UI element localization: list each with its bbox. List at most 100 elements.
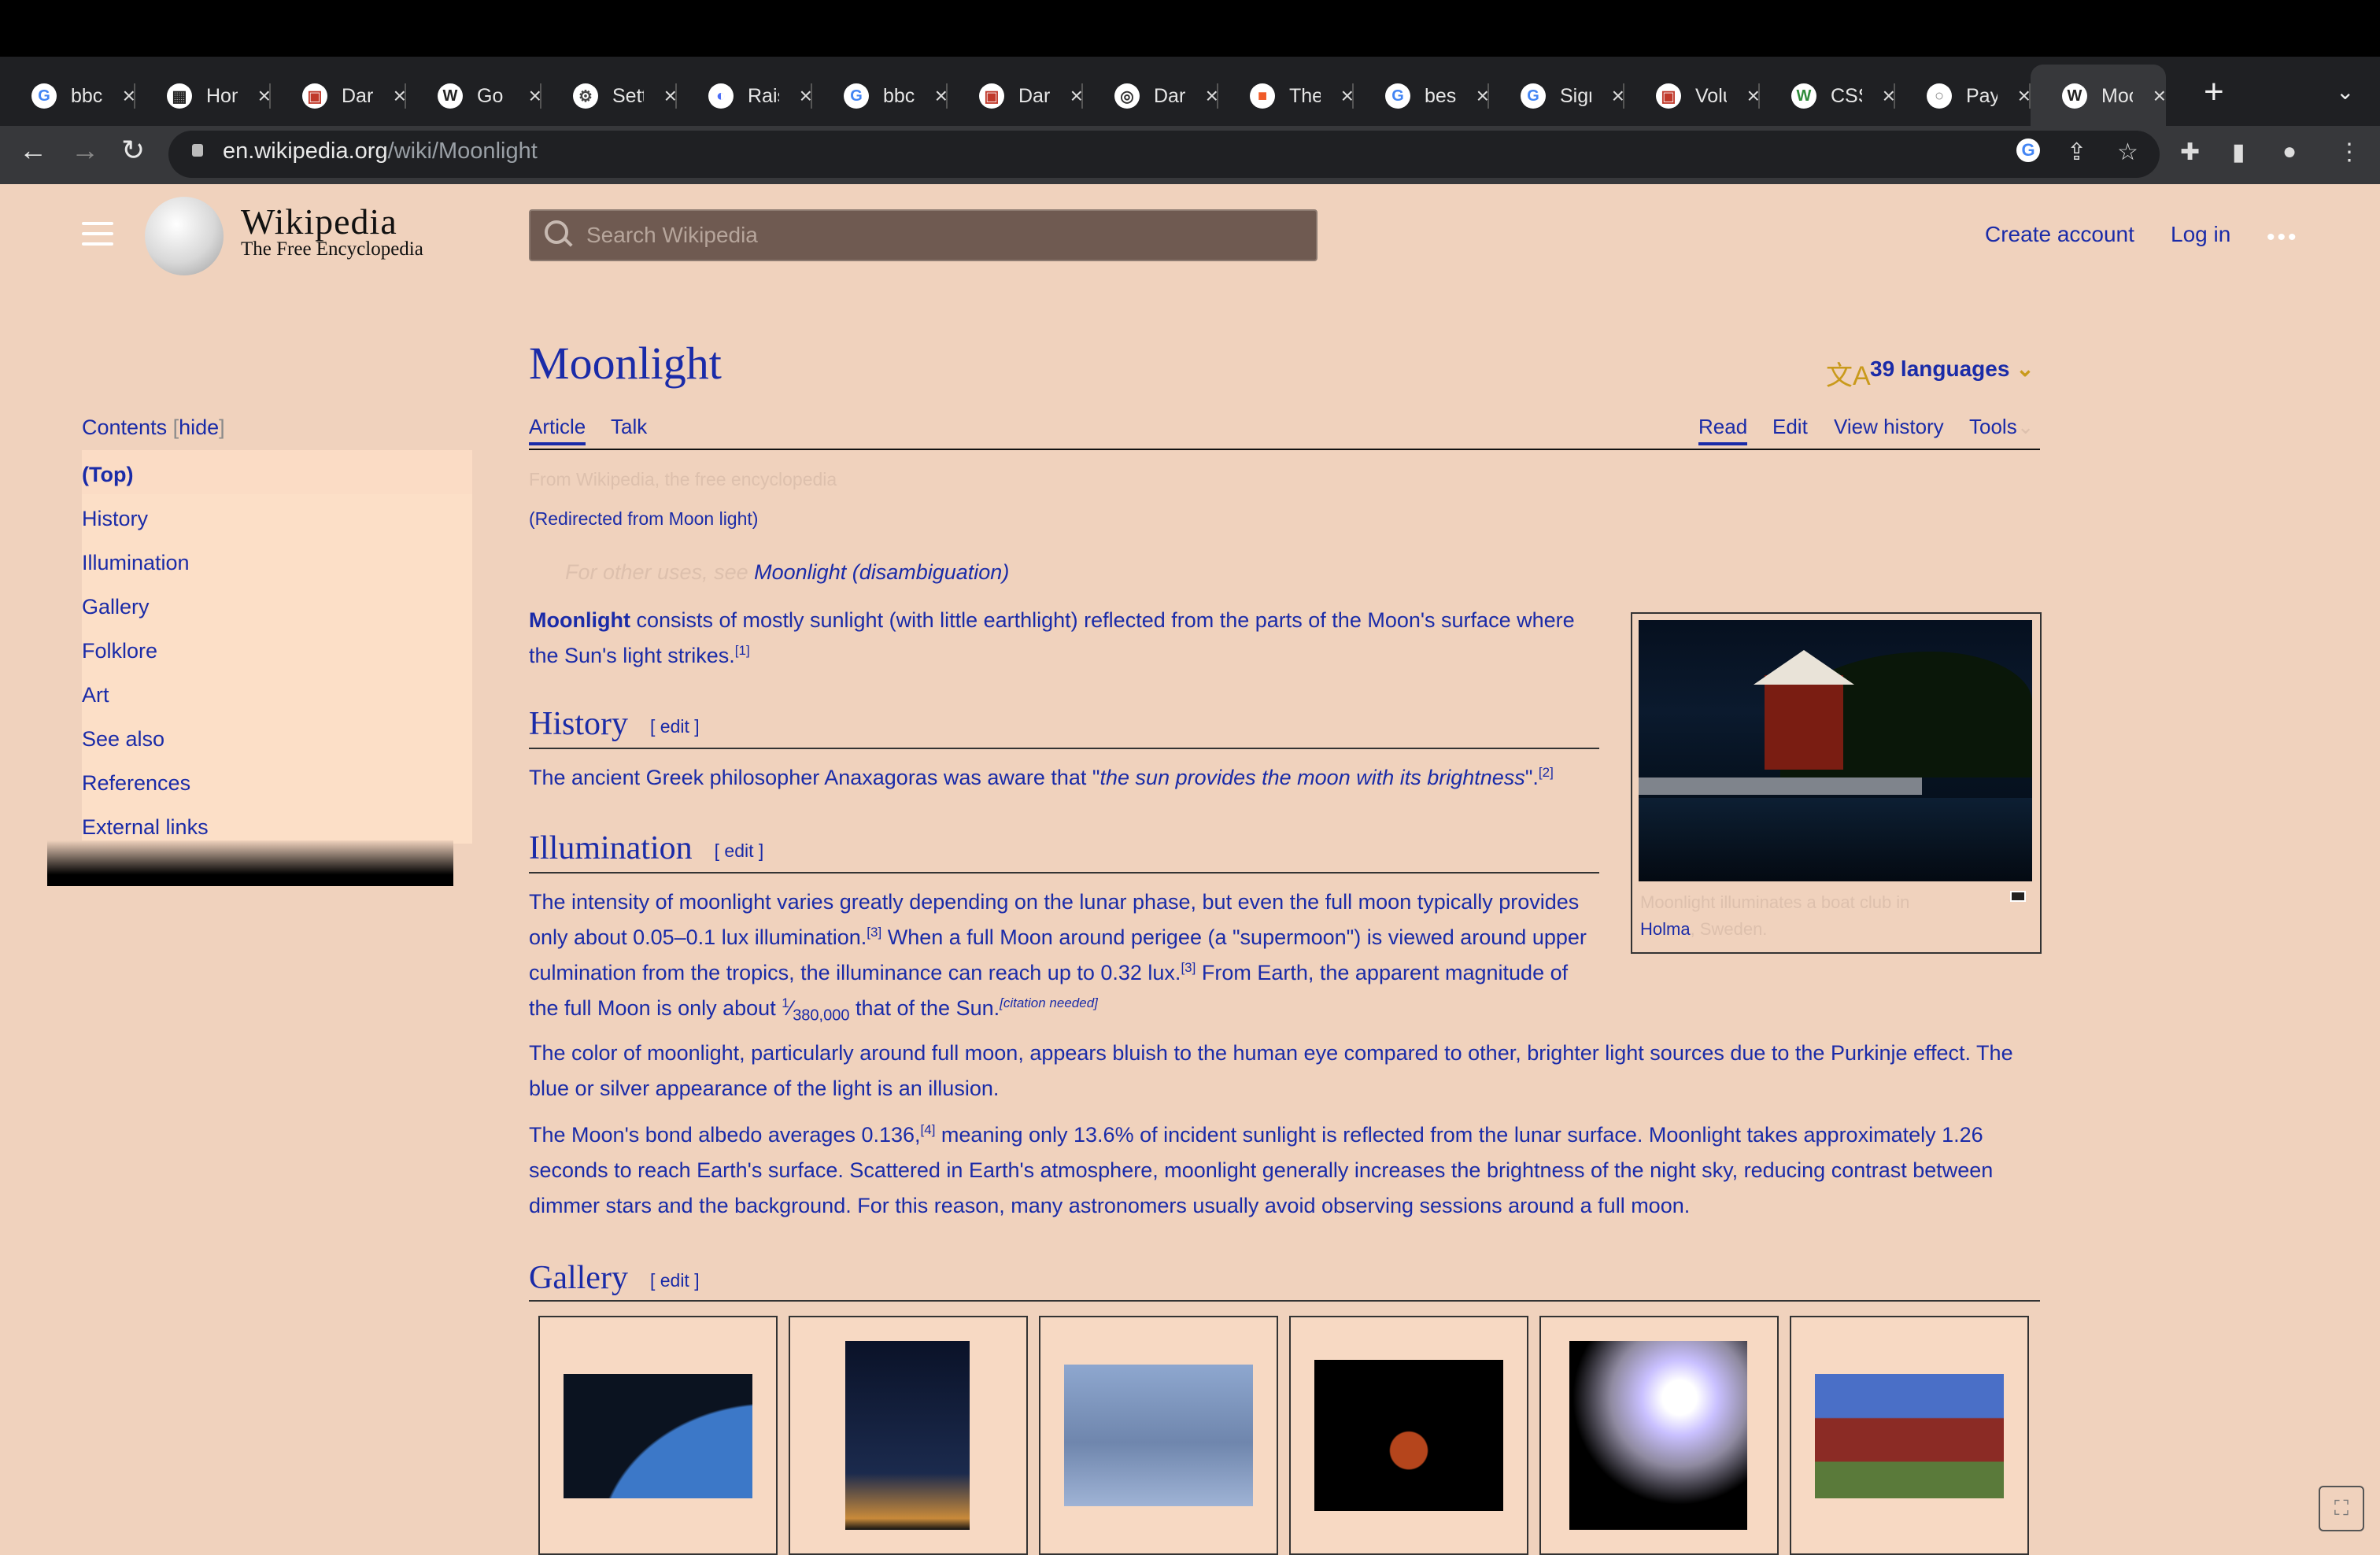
browser-tab[interactable]: ◎Darl× (1083, 65, 1218, 127)
toc-fade (47, 840, 453, 886)
new-tab-icon[interactable]: + (2204, 72, 2224, 112)
browser-tab[interactable]: ○ Pay × (1895, 65, 2031, 127)
bookmark-star-icon[interactable]: ☆ (2117, 139, 2138, 166)
toc-item[interactable]: Gallery (82, 595, 150, 619)
toc-item[interactable]: Folklore (82, 639, 157, 663)
toc-item[interactable]: Illumination (82, 551, 190, 575)
toc-item[interactable]: History (82, 507, 148, 531)
enlarge-icon[interactable] (2010, 891, 2026, 902)
holma-link[interactable]: Holma (1640, 919, 1691, 939)
tab-title: Pay (1966, 84, 1998, 107)
wikipedia-tagline: The Free Encyclopedia (241, 238, 423, 260)
side-panel-icon[interactable]: ▮ (2232, 139, 2245, 166)
browser-tab[interactable]: W Moo × (2031, 65, 2166, 127)
gallery-image-lunar-eclipse[interactable] (1314, 1360, 1503, 1511)
tab-favicon-icon: ▣ (302, 83, 327, 109)
window-top-bar (0, 0, 2380, 57)
lock-icon[interactable] (192, 144, 203, 157)
language-icon[interactable]: 文A (1826, 354, 1871, 393)
browser-tab[interactable]: ▣Darl× (948, 65, 1083, 127)
close-tab-icon[interactable]: × (2153, 83, 2166, 109)
gallery-edit-link[interactable]: [ edit ] (650, 1270, 700, 1291)
forward-icon[interactable]: → (71, 134, 99, 167)
search-placeholder: Search Wikipedia (586, 223, 758, 247)
toc-item[interactable]: References (82, 771, 190, 796)
tab-favicon-icon: ◐ (708, 83, 734, 109)
gallery-image-earth[interactable] (564, 1374, 752, 1498)
browser-tab[interactable]: WCSS× (1760, 65, 1895, 127)
browser-tab[interactable]: WGo (× (406, 65, 541, 127)
profile-icon[interactable]: ● (2282, 139, 2297, 165)
redirect-note: (Redirected from Moon light) (529, 508, 759, 529)
browser-tab[interactable]: Gbbc × (812, 65, 948, 127)
tab-talk[interactable]: Talk (611, 415, 647, 439)
tab-favicon-icon: ■ (1250, 83, 1275, 109)
create-account-link[interactable]: Create account (1985, 222, 2134, 247)
browser-tab[interactable]: ▣Volu× (1624, 65, 1760, 127)
tab-tools[interactable]: Tools⌄ (1969, 415, 2034, 439)
wikipedia-wordmark[interactable]: Wikipedia (241, 201, 397, 242)
tab-title: bbc (71, 84, 102, 107)
log-in-link[interactable]: Log in (2171, 222, 2230, 247)
gallery-image-observatory[interactable] (845, 1341, 970, 1530)
tab-read[interactable]: Read (1698, 415, 1748, 445)
citation-needed[interactable]: [citation needed] (1000, 995, 1098, 1010)
reference-2[interactable]: [2] (1539, 765, 1554, 780)
tab-title: Volu (1695, 84, 1727, 107)
boat-club-image[interactable] (1639, 620, 2032, 881)
reference-3b[interactable]: [3] (1181, 960, 1196, 975)
toc-item[interactable]: External links (82, 815, 209, 840)
browser-tab[interactable]: ▦ Hon × (135, 65, 271, 127)
tab-article[interactable]: Article (529, 415, 586, 445)
lead-paragraph: Moonlight consists of mostly sunlight (w… (529, 608, 1575, 667)
google-lens-icon[interactable]: G (2016, 139, 2040, 162)
hatnote: For other uses, see Moonlight (disambigu… (565, 560, 1010, 584)
tab-title: bes (1425, 84, 1456, 107)
disambiguation-link[interactable]: Moonlight (disambiguation) (754, 560, 1009, 584)
reference-1[interactable]: [1] (735, 643, 750, 658)
toc-hide-link[interactable]: hide (179, 416, 219, 439)
toc-item[interactable]: See also (82, 727, 164, 752)
gallery-image-moon[interactable] (1569, 1341, 1747, 1530)
reference-3[interactable]: [3] (867, 925, 881, 940)
tab-edit[interactable]: Edit (1772, 415, 1808, 439)
main-menu-icon[interactable] (82, 222, 113, 246)
browser-tab[interactable]: ◐Rais× (677, 65, 812, 127)
languages-button[interactable]: 39 languages ⌄ (1870, 356, 2034, 382)
tab-title: Hon (206, 84, 238, 107)
browser-tab[interactable]: ▣Darl× (271, 65, 406, 127)
illumination-paragraph-2: The color of moonlight, particularly aro… (529, 1041, 2013, 1100)
more-options-icon[interactable]: ••• (2267, 224, 2299, 251)
tab-search-chevron-icon[interactable]: ⌄ (2336, 79, 2354, 105)
tab-favicon-icon: G (844, 83, 869, 109)
illumination-heading: Illumination[ edit ] (529, 830, 764, 866)
browser-tab[interactable]: Gbes × (1354, 65, 1489, 127)
tab-favicon-icon: ▣ (979, 83, 1004, 109)
tab-title: Darl (342, 84, 373, 107)
tab-title: Sett (612, 84, 644, 107)
wikipedia-globe-logo[interactable] (145, 197, 224, 275)
toc-item[interactable]: Art (82, 683, 109, 707)
tab-title: Rais (748, 84, 779, 107)
tab-title: Sigr (1560, 84, 1591, 107)
tab-view-history[interactable]: View history (1834, 415, 1944, 439)
browser-tab[interactable]: ⚙Sett× (541, 65, 677, 127)
browser-tab[interactable]: Gbbc × (0, 65, 135, 127)
share-icon[interactable]: ⇪ (2067, 139, 2086, 166)
reload-icon[interactable]: ↻ (121, 134, 145, 167)
address-url[interactable]: en.wikipedia.org/wiki/Moonlight (223, 139, 538, 164)
expand-icon[interactable]: ⛶ (2319, 1486, 2364, 1531)
reference-4[interactable]: [4] (921, 1122, 936, 1137)
toc-item[interactable]: (Top) (82, 463, 133, 487)
tab-title: The (1289, 84, 1321, 107)
back-icon[interactable]: ← (19, 134, 47, 167)
browser-tab[interactable]: ■ The × (1218, 65, 1354, 127)
history-edit-link[interactable]: [ edit ] (650, 716, 700, 737)
browser-tab[interactable]: GSigr× (1489, 65, 1624, 127)
browser-menu-icon[interactable]: ⋮ (2338, 139, 2361, 166)
history-paragraph: The ancient Greek philosopher Anaxagoras… (529, 765, 1554, 789)
gallery-image-lake[interactable] (1064, 1365, 1253, 1506)
extensions-icon[interactable]: ✚ (2180, 139, 2200, 166)
illumination-edit-link[interactable]: [ edit ] (715, 840, 764, 861)
gallery-image-red-barns[interactable] (1815, 1374, 2004, 1498)
